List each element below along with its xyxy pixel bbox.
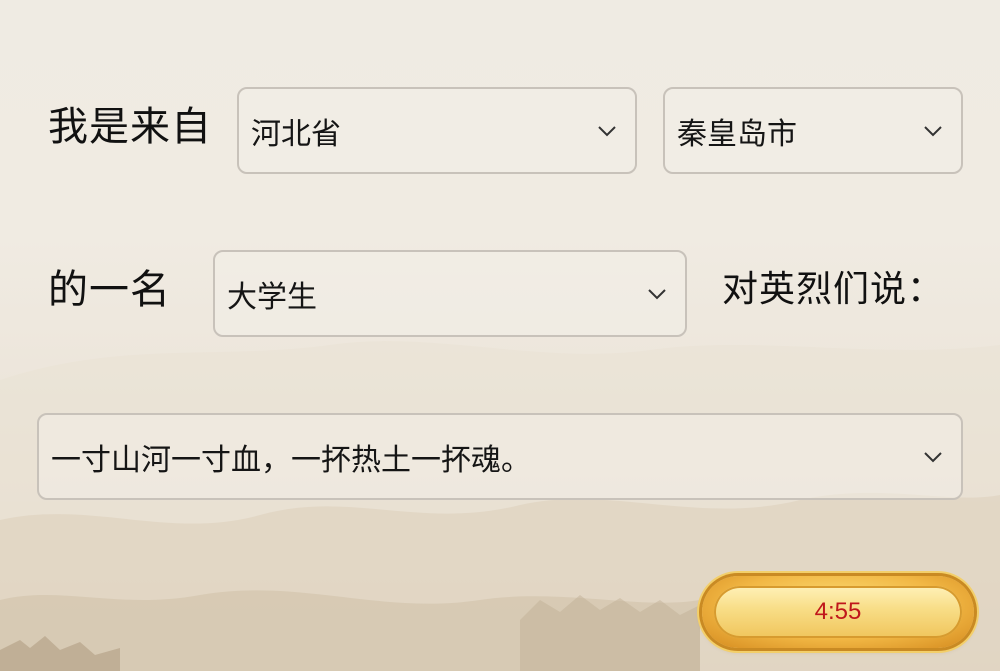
chevron-down-icon	[924, 451, 942, 462]
message-select[interactable]: 一寸山河一寸血，一抔热土一抔魂。	[37, 413, 963, 500]
identity-select[interactable]: 大学生	[213, 250, 687, 337]
identity-select-value: 大学生	[227, 279, 317, 315]
province-select[interactable]: 河北省	[237, 87, 637, 174]
city-select[interactable]: 秦皇岛市	[663, 87, 963, 174]
message-select-value: 一寸山河一寸血，一抔热土一抔魂。	[51, 442, 531, 478]
province-select-value: 河北省	[251, 116, 341, 152]
countdown-timer-button[interactable]: 4:55	[702, 576, 974, 648]
timer-value: 4:55	[814, 598, 862, 625]
suffix-label-say-to-heroes: 对英烈们说：	[722, 269, 945, 310]
chevron-down-icon	[924, 125, 942, 136]
prefix-label-one-of: 的一名	[48, 267, 171, 313]
prefix-label-from: 我是来自	[48, 104, 212, 150]
chevron-down-icon	[648, 288, 666, 299]
city-select-value: 秦皇岛市	[677, 116, 797, 152]
chevron-down-icon	[598, 125, 616, 136]
